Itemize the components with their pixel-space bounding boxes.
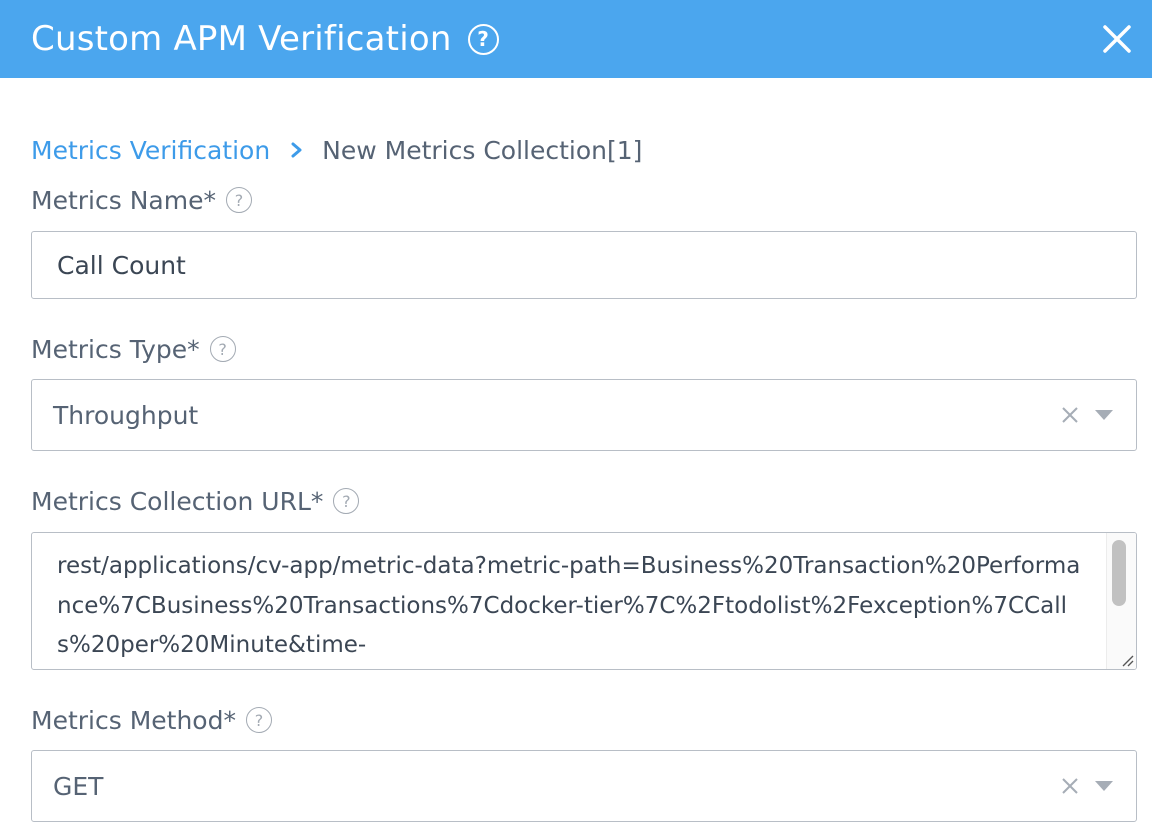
metrics-type-value: Throughput	[53, 400, 199, 430]
metrics-method-value: GET	[53, 771, 104, 801]
clear-icon[interactable]	[1061, 777, 1079, 795]
metrics-url-label-text: Metrics Collection URL*	[31, 486, 324, 516]
metrics-name-value: Call Count	[57, 250, 186, 280]
caret-down-icon[interactable]	[1094, 780, 1114, 792]
metrics-method-select[interactable]: GET	[31, 750, 1137, 822]
metrics-type-label-text: Metrics Type*	[31, 334, 200, 364]
clear-icon[interactable]	[1061, 406, 1079, 424]
resize-grip-icon[interactable]	[1120, 653, 1134, 667]
chevron-right-icon	[291, 142, 302, 158]
metrics-url-textarea[interactable]: rest/applications/cv-app/metric-data?met…	[31, 532, 1137, 670]
metrics-type-select[interactable]: Throughput	[31, 379, 1137, 451]
breadcrumb-current: New Metrics Collection[1]	[322, 135, 643, 165]
caret-down-icon[interactable]	[1094, 409, 1114, 421]
question-circle-icon[interactable]: ?	[245, 707, 272, 733]
question-circle-icon[interactable]: ?	[225, 187, 252, 213]
breadcrumb: Metrics Verification New Metrics Collect…	[31, 134, 642, 166]
question-circle-icon[interactable]: ?	[467, 23, 499, 55]
dialog-header: Custom APM Verification ?	[0, 0, 1152, 78]
question-circle-icon[interactable]: ?	[209, 336, 236, 362]
metrics-method-label-text: Metrics Method*	[31, 705, 236, 735]
scrollbar-thumb[interactable]	[1112, 540, 1126, 606]
breadcrumb-metrics-verification[interactable]: Metrics Verification	[31, 136, 270, 165]
metrics-type-label: Metrics Type* ?	[31, 332, 236, 366]
metrics-name-input[interactable]: Call Count	[31, 231, 1137, 299]
metrics-url-label: Metrics Collection URL* ?	[31, 484, 360, 518]
close-icon[interactable]	[1100, 22, 1134, 56]
question-circle-icon[interactable]: ?	[333, 488, 360, 514]
metrics-name-label-text: Metrics Name*	[31, 185, 216, 215]
dialog-title: Custom APM Verification	[31, 19, 452, 59]
metrics-method-label: Metrics Method* ?	[31, 703, 272, 737]
metrics-url-value: rest/applications/cv-app/metric-data?met…	[57, 553, 1081, 658]
metrics-name-label: Metrics Name* ?	[31, 183, 252, 217]
